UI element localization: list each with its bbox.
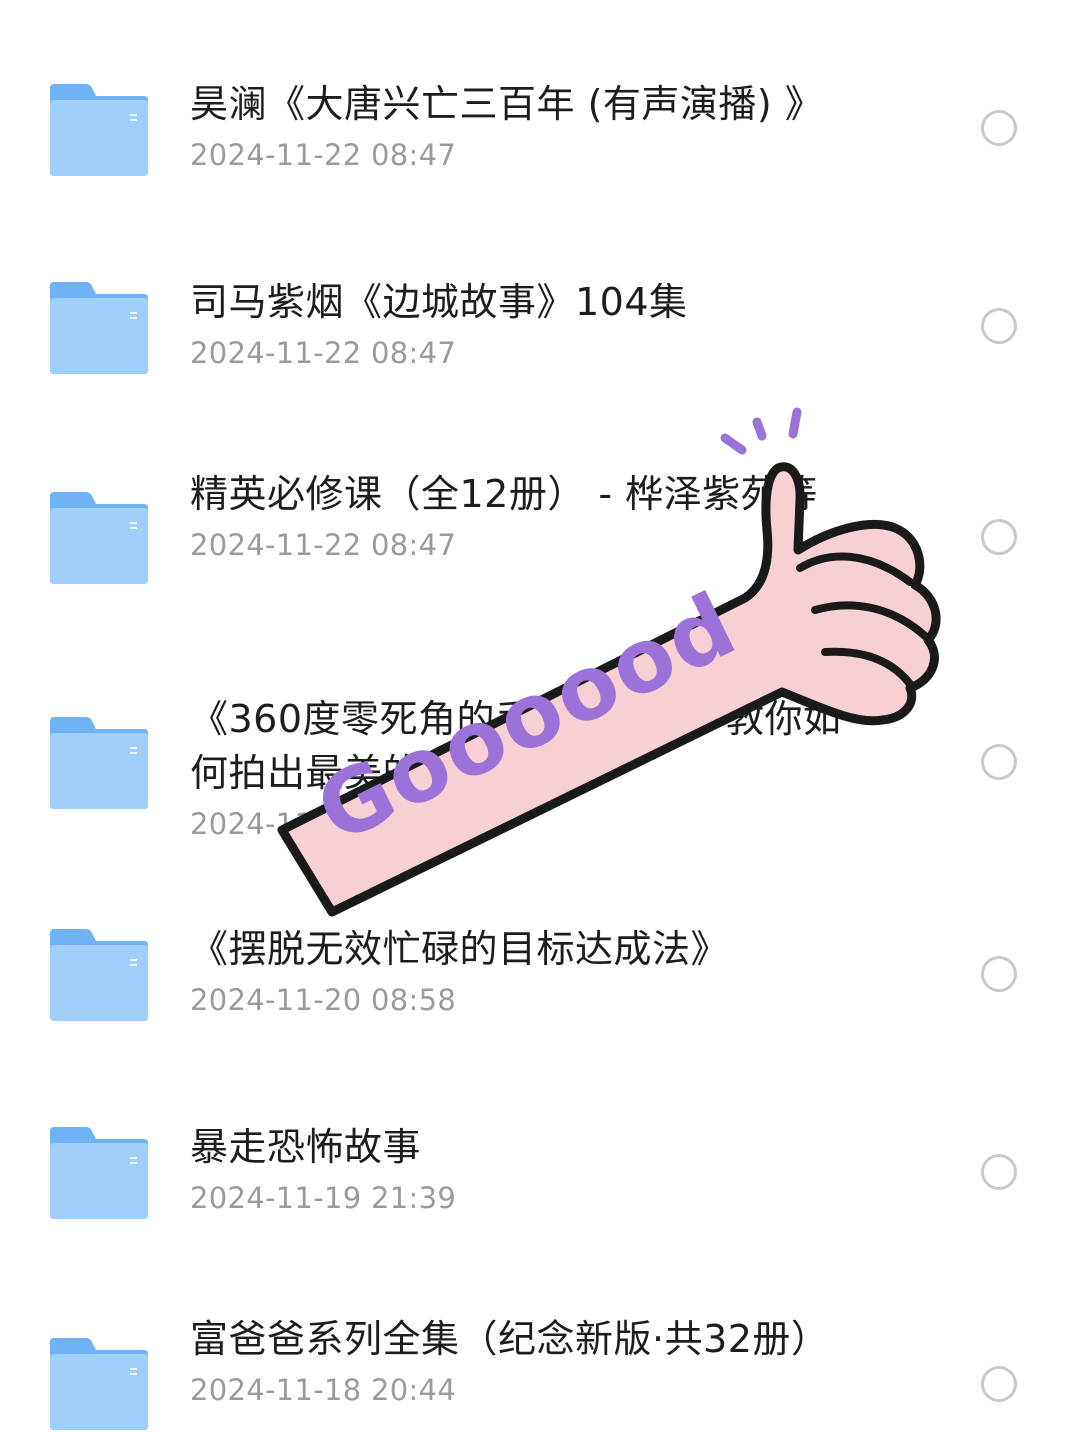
file-date: 2024-11-20 08:58 [190, 983, 457, 1017]
file-date: 2024-11-21 09:13 [190, 807, 457, 841]
file-date: 2024-11-19 21:39 [190, 1181, 457, 1215]
file-name: 《摆脱无效忙碌的目标达成法》 [190, 927, 730, 971]
list-item[interactable]: 昊澜《大唐兴亡三百年 (有声演播) 》 2024-11-22 08:47 [0, 0, 1080, 230]
file-name: 司马紫烟《边城故事》104集 [190, 280, 688, 324]
file-date: 2024-11-22 08:47 [190, 528, 457, 562]
select-radio[interactable] [981, 744, 1017, 780]
file-date: 2024-11-22 08:47 [190, 138, 457, 172]
file-date: 2024-11-22 08:47 [190, 336, 457, 370]
file-browser-screen: 昊澜《大唐兴亡三百年 (有声演播) 》 2024-11-22 08:47 司马紫… [0, 0, 1080, 1440]
folder-icon [50, 929, 148, 1021]
list-item[interactable]: 司马紫烟《边城故事》104集 2024-11-22 08:47 [0, 230, 1080, 430]
file-name: 精英必修课（全12册） - 桦泽紫苑等 [190, 472, 818, 516]
select-radio[interactable] [981, 1366, 1017, 1402]
select-radio[interactable] [981, 956, 1017, 992]
list-item[interactable]: 《360度零死角的手机摄影课：教你如何拍出最美的照片》 2024-11-21 0… [0, 660, 1080, 900]
folder-icon [50, 717, 148, 809]
list-item[interactable]: 《摆脱无效忙碌的目标达成法》 2024-11-20 08:58 [0, 900, 1080, 1100]
file-name: 昊澜《大唐兴亡三百年 (有声演播) 》 [190, 82, 824, 126]
folder-icon [50, 1338, 148, 1430]
list-item[interactable]: 精英必修课（全12册） - 桦泽紫苑等 2024-11-22 08:47 [0, 430, 1080, 660]
file-date: 2024-11-18 20:44 [190, 1373, 457, 1407]
select-radio[interactable] [981, 519, 1017, 555]
list-item[interactable]: 暴走恐怖故事 2024-11-19 21:39 [0, 1100, 1080, 1300]
list-item[interactable]: 富爸爸系列全集（纪念新版·共32册） 2024-11-18 20:44 [0, 1300, 1080, 1440]
folder-icon [50, 492, 148, 584]
file-name: 富爸爸系列全集（纪念新版·共32册） [190, 1317, 830, 1361]
folder-icon [50, 1127, 148, 1219]
select-radio[interactable] [981, 308, 1017, 344]
select-radio[interactable] [981, 1154, 1017, 1190]
folder-icon [50, 282, 148, 374]
folder-icon [50, 84, 148, 176]
select-radio[interactable] [981, 110, 1017, 146]
file-name: 暴走恐怖故事 [190, 1125, 422, 1169]
file-name: 《360度零死角的手机摄影课：教你如何拍出最美的照片》 [190, 697, 842, 795]
